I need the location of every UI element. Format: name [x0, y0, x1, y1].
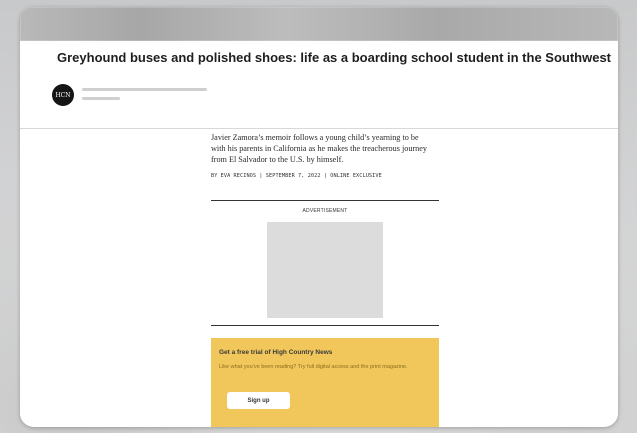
advertisement-placeholder[interactable]: [267, 222, 383, 318]
logo-text: HCN: [55, 91, 71, 99]
article-content: Javier Zamora’s memoir follows a young c…: [20, 129, 618, 427]
article-header: Greyhound buses and polished shoes: life…: [20, 41, 618, 129]
article-title: Greyhound buses and polished shoes: life…: [57, 50, 612, 65]
browser-window: Greyhound buses and polished shoes: life…: [20, 7, 618, 427]
advertisement-label: ADVERTISEMENT: [302, 208, 348, 214]
article-summary: Javier Zamora’s memoir follows a young c…: [211, 133, 427, 164]
hcn-logo[interactable]: HCN: [52, 84, 74, 106]
publication-line-blurred: [82, 88, 207, 91]
promo-text: Like what you’ve been reading? Try full …: [219, 364, 408, 370]
author-line-blurred: [82, 97, 120, 100]
trial-promo-card: Get a free trial of High Country News Li…: [211, 338, 439, 427]
content-column: Javier Zamora’s memoir follows a young c…: [211, 129, 439, 427]
divider: [211, 200, 439, 201]
promo-title: Get a free trial of High Country News: [219, 349, 333, 356]
blurred-top-bar: [20, 7, 618, 41]
sign-up-button[interactable]: Sign up: [227, 392, 290, 409]
divider: [211, 325, 439, 326]
article-byline: BY EVA RECINOS | SEPTEMBER 7, 2022 | ONL…: [211, 173, 382, 179]
